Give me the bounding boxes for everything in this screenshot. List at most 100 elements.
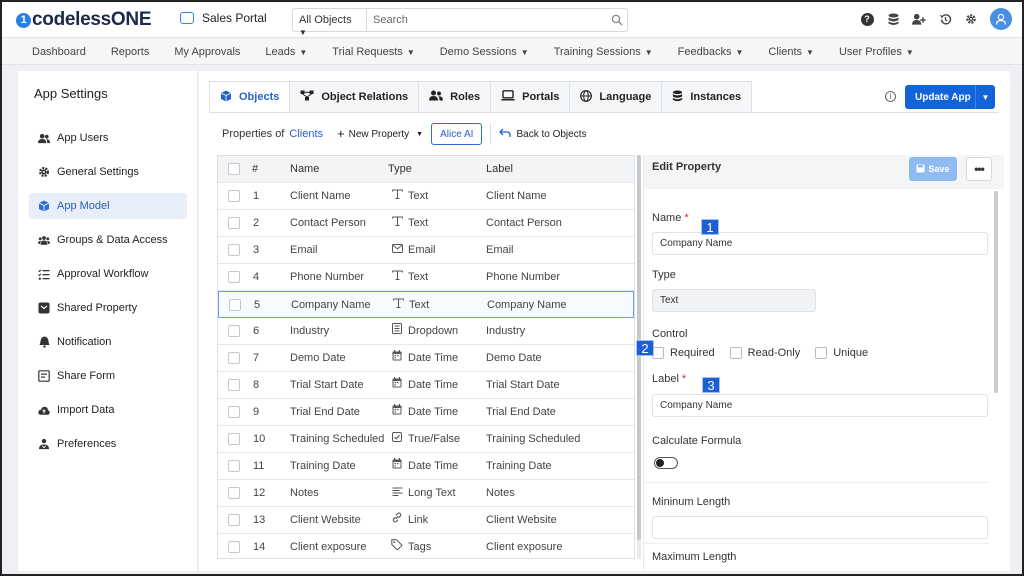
select-all-checkbox[interactable] [228,163,240,175]
row-checkbox[interactable] [228,541,240,553]
chevron-down-icon: ▼ [406,47,415,57]
search-icon[interactable] [607,9,627,31]
row-checkbox[interactable] [228,460,240,472]
table-row[interactable]: 8 Trial Start Date Date Time Trial Start Da… [218,372,634,399]
sidebar-item-share-form[interactable]: Share Form [29,363,187,389]
app-switcher[interactable]: Sales Portal [180,11,267,25]
tab-roles[interactable]: Roles [419,81,492,113]
gear-icon[interactable] [964,12,978,26]
nav-trial-requests[interactable]: Trial Requests ▼ [332,46,414,58]
table-row[interactable]: 9 Trial End Date Date Time Trial End Date [218,399,634,426]
sidebar-item-notification[interactable]: Notification [29,329,187,355]
database-icon[interactable] [886,12,900,26]
nav-leads[interactable]: Leads ▼ [265,46,307,58]
sidebar-item-shared-property[interactable]: Shared Property [29,295,187,321]
nav-reports[interactable]: Reports [111,46,150,58]
more-options-button[interactable]: ••• [966,157,992,181]
table-row[interactable]: 12 Notes Long Text Notes [218,480,634,507]
chevron-down-icon[interactable]: ▼ [975,85,995,109]
sidebar-item-label: App Users [57,132,109,144]
table-row[interactable]: 1 Client Name Text Client Name [218,183,634,210]
unique-checkbox[interactable] [815,347,828,359]
ellipsis-icon: ••• [974,162,985,176]
sidebar-item-app-model[interactable]: App Model [29,193,187,219]
logo[interactable]: 1 codelessONE [16,9,152,31]
tab-instances[interactable]: Instances [662,81,753,113]
property-type-label: Date Time [408,379,459,391]
new-property-button[interactable]: + New Property ▼ [337,127,423,140]
sidebar-item-import-data[interactable]: Import Data [29,397,187,423]
row-checkbox[interactable] [228,244,240,256]
row-checkbox[interactable] [228,325,240,337]
top-icons: ? [860,8,1012,30]
history-icon[interactable] [938,12,952,26]
nav-user-profiles[interactable]: User Profiles ▼ [839,46,914,58]
column-header-label[interactable]: Label [486,156,513,182]
row-checkbox[interactable] [228,379,240,391]
user-avatar[interactable] [990,8,1012,30]
table-row[interactable]: 6 Industry Dropdown Industry [218,318,634,345]
properties-toolbar: Properties of Clients + New Property ▼ A… [222,123,587,145]
update-app-button[interactable]: Update App ▼ [905,85,995,109]
control-field-label: Control [652,328,688,340]
chevron-down-icon: ▼ [905,47,914,57]
row-checkbox[interactable] [228,271,240,283]
read-only-checkbox[interactable] [729,347,742,359]
column-header-name[interactable]: Name [290,156,319,182]
table-row[interactable]: 2 Contact Person Text Contact Person [218,210,634,237]
add-user-icon[interactable] [912,12,926,26]
table-scrollbar[interactable] [637,155,641,559]
column-header-type[interactable]: Type [388,156,412,182]
tab-object-relations[interactable]: Object Relations [290,81,420,113]
table-row[interactable]: 14 Client exposure Tags Client exposure [218,534,634,558]
table-row[interactable]: 5 Company Name Text Company Name [218,291,634,318]
row-checkbox[interactable] [228,352,240,364]
sidebar-item-app-users[interactable]: App Users [29,125,187,151]
info-icon[interactable]: i [885,91,896,102]
row-checkbox[interactable] [228,190,240,202]
nav-demo-sessions[interactable]: Demo Sessions ▼ [440,46,529,58]
table-row[interactable]: 13 Client Website Link Client Website [218,507,634,534]
label-input[interactable]: Company Name [652,394,988,417]
table-row[interactable]: 4 Phone Number Text Phone Number [218,264,634,291]
object-name-link[interactable]: Clients [289,128,323,140]
property-name: Client Website [290,514,361,526]
calculate-formula-toggle[interactable] [654,457,678,469]
alice-ai-button[interactable]: Alice AI [431,123,483,145]
tab-portals[interactable]: Portals [491,81,571,113]
chevron-down-icon: ▼ [735,47,744,57]
back-to-objects-button[interactable]: Back to Objects [499,128,587,141]
sidebar-item-approval-workflow[interactable]: Approval Workflow [29,261,187,287]
sidebar-item-groups-data-access[interactable]: Groups & Data Access [29,227,187,253]
help-icon[interactable]: ? [860,12,874,26]
row-checkbox[interactable] [228,406,240,418]
row-checkbox[interactable] [228,217,240,229]
min-length-input[interactable] [652,516,988,539]
nav-label: Leads [265,45,296,58]
nav-my-approvals[interactable]: My Approvals [174,46,240,58]
table-row[interactable]: 10 Training Scheduled True/False Training S… [218,426,634,453]
tab-language[interactable]: Language [570,81,663,113]
search-scope-select[interactable]: All Objects ▼ [293,9,367,37]
table-row[interactable]: 11 Training Date Date Time Training Date [218,453,634,480]
nav-clients[interactable]: Clients ▼ [768,46,814,58]
table-row[interactable]: 7 Demo Date Date Time Demo Date [218,345,634,372]
name-input[interactable]: Company Name [652,232,988,255]
link-icon [390,508,404,534]
search-input[interactable] [367,9,607,31]
nav-feedbacks[interactable]: Feedbacks ▼ [678,46,744,58]
nav-dashboard[interactable]: Dashboard [32,46,86,58]
property-label: Training Date [486,460,552,472]
tab-objects[interactable]: Objects [209,81,291,113]
sidebar-item-preferences[interactable]: Preferences [29,431,187,457]
row-checkbox[interactable] [228,433,240,445]
table-row[interactable]: 3 Email Email Email [218,237,634,264]
row-checkbox[interactable] [228,514,240,526]
nav-training-sessions[interactable]: Training Sessions ▼ [554,46,653,58]
property-label: Phone Number [486,271,560,283]
row-checkbox[interactable] [229,299,241,311]
save-button[interactable]: Save [909,157,957,181]
row-checkbox[interactable] [228,487,240,499]
edit-panel-scrollbar[interactable] [994,191,998,393]
sidebar-item-general-settings[interactable]: General Settings [29,159,187,185]
